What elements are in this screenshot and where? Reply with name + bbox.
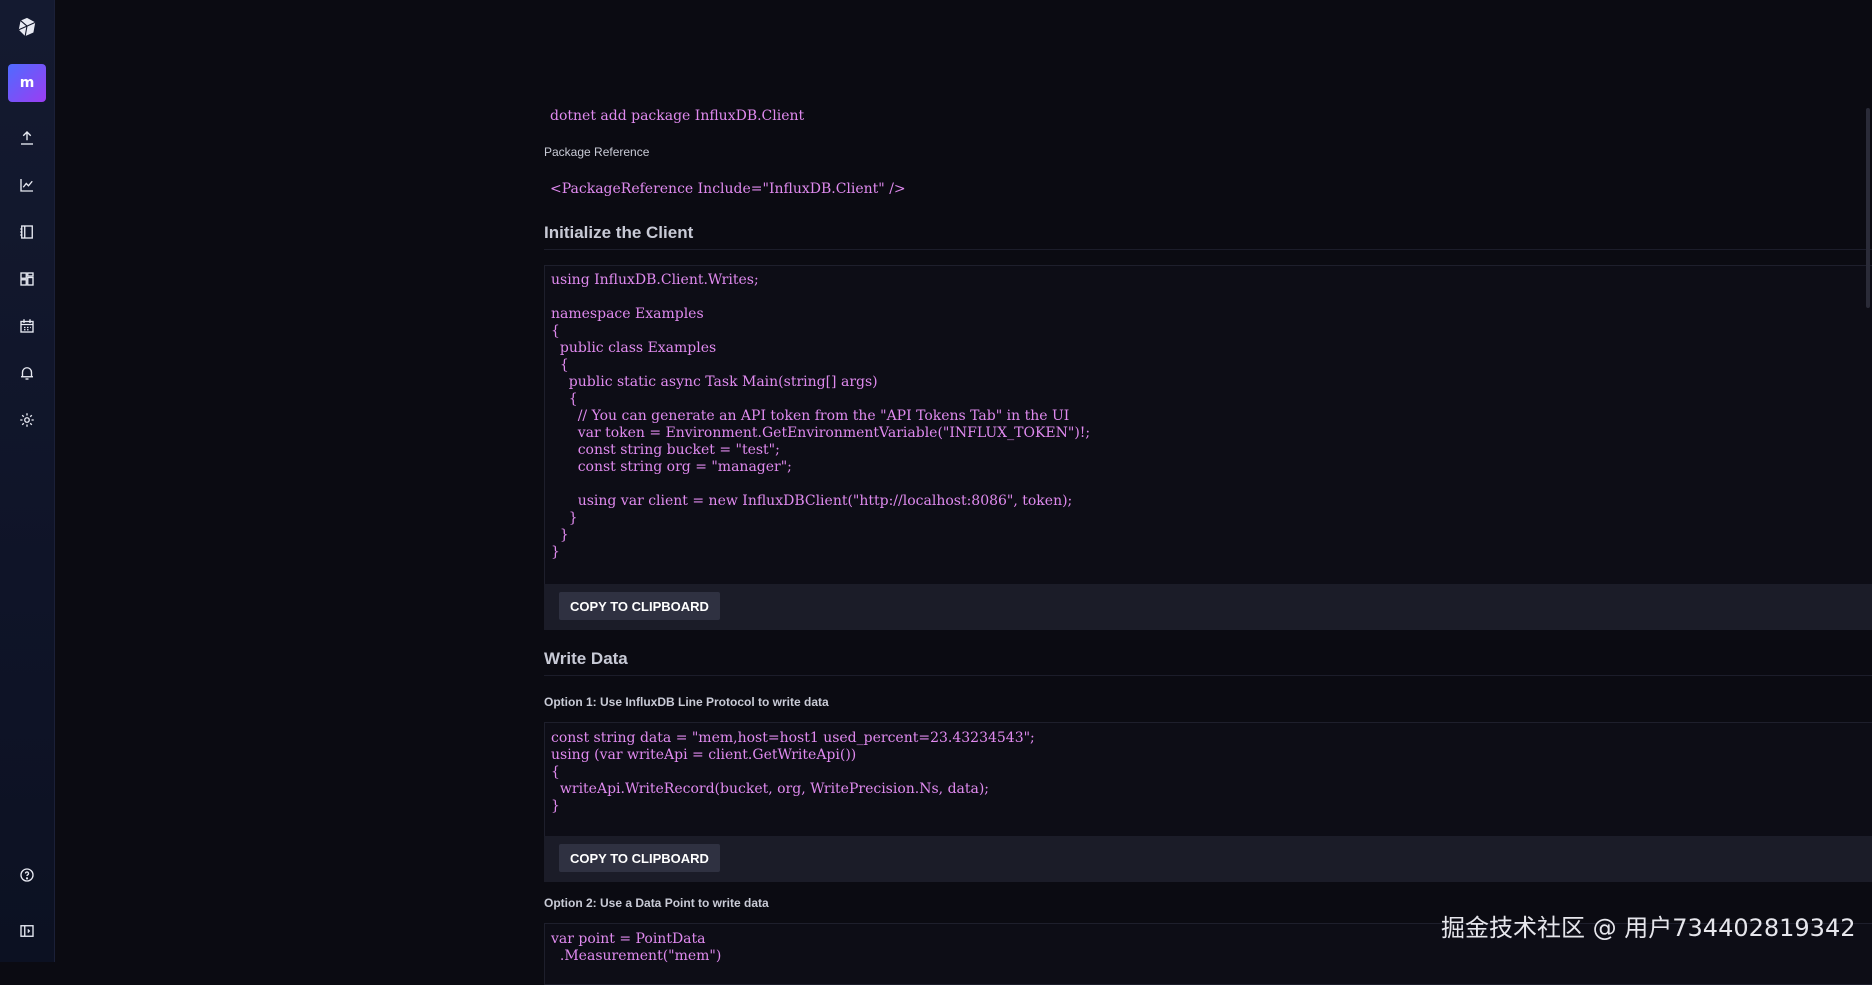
help-icon[interactable] <box>0 855 54 895</box>
copy-bar: COPY TO CLIPBOARD <box>544 584 1872 630</box>
divider <box>544 675 1872 676</box>
initialize-client-title: Initialize the Client <box>544 223 694 242</box>
gear-icon[interactable] <box>0 400 54 440</box>
install-command: dotnet add package InfluxDB.Client <box>550 108 805 124</box>
initialize-code-block[interactable]: using InfluxDB.Client.Writes; namespace … <box>544 265 1872 585</box>
package-reference-label: Package Reference <box>544 145 650 159</box>
option1-code-block[interactable]: const string data = "mem,host=host1 used… <box>544 722 1872 837</box>
package-reference-code: <PackageReference Include="InfluxDB.Clie… <box>550 181 906 197</box>
chart-icon[interactable] <box>0 165 54 205</box>
notebook-icon[interactable] <box>0 212 54 252</box>
upload-icon[interactable] <box>0 118 54 158</box>
copy-to-clipboard-button[interactable]: COPY TO CLIPBOARD <box>559 844 720 872</box>
dashboards-icon[interactable] <box>0 259 54 299</box>
main-content: dotnet add package InfluxDB.Client Packa… <box>55 0 1872 985</box>
sidebar-nav: m <box>0 0 55 962</box>
option2-label: Option 2: Use a Data Point to write data <box>544 896 769 910</box>
watermark: 掘金技术社区 @ 用户734402819342 <box>1441 914 1856 942</box>
calendar-icon[interactable] <box>0 306 54 346</box>
option1-code: const string data = "mem,host=host1 used… <box>551 730 1035 814</box>
copy-bar: COPY TO CLIPBOARD <box>544 836 1872 882</box>
bell-icon[interactable] <box>0 353 54 393</box>
option2-code: var point = PointData .Measurement("mem"… <box>551 931 722 964</box>
copy-to-clipboard-button[interactable]: COPY TO CLIPBOARD <box>559 592 720 620</box>
collapse-icon[interactable] <box>0 911 54 951</box>
divider <box>544 249 1872 250</box>
option1-label: Option 1: Use InfluxDB Line Protocol to … <box>544 695 829 709</box>
page-scrollbar[interactable] <box>1866 108 1870 308</box>
org-avatar[interactable]: m <box>8 64 46 102</box>
write-data-title: Write Data <box>544 649 628 668</box>
influxdb-logo-icon[interactable] <box>0 7 54 47</box>
initialize-code: using InfluxDB.Client.Writes; namespace … <box>551 272 1091 560</box>
